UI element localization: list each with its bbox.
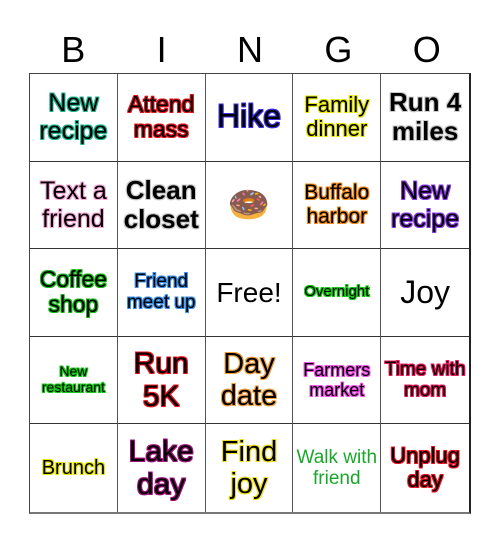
cell-label: New recipe bbox=[39, 89, 108, 146]
cell-label: New recipe bbox=[391, 176, 460, 233]
bingo-cell[interactable]: New restaurant bbox=[30, 336, 118, 425]
bingo-cell[interactable]: Joy bbox=[381, 249, 469, 337]
cell-label: Farmers market bbox=[303, 359, 371, 401]
bingo-cell[interactable]: Overnight bbox=[293, 249, 382, 337]
bingo-cell[interactable]: Find joy bbox=[206, 424, 294, 512]
bingo-cell[interactable]: Farmers market bbox=[293, 336, 382, 425]
cell-label: Text a friend bbox=[40, 176, 107, 233]
header-letter-n: N bbox=[236, 29, 263, 70]
cell-label: Hike bbox=[216, 98, 281, 135]
cell-label: Friend meet up bbox=[126, 271, 196, 314]
cell-label: Run 4 miles bbox=[388, 87, 462, 147]
cell-label: Overnight bbox=[304, 283, 370, 301]
header-letter-b: B bbox=[61, 29, 86, 70]
header-letter-i: I bbox=[156, 29, 167, 70]
cell-label: Buffalo harbor bbox=[304, 181, 370, 228]
bingo-cell[interactable]: Friend meet up bbox=[117, 249, 206, 337]
cell-label: Run 5K bbox=[133, 346, 189, 414]
bingo-cell[interactable]: Lake day bbox=[118, 424, 206, 512]
bingo-cell[interactable]: Unplug day bbox=[381, 424, 469, 512]
cell-label: Find joy bbox=[220, 435, 278, 501]
bingo-cell[interactable]: Run 5K bbox=[117, 336, 206, 425]
header-letter-g: G bbox=[324, 29, 353, 70]
bingo-cell[interactable]: Hike bbox=[205, 74, 294, 162]
cell-label: Family dinner bbox=[304, 91, 370, 142]
bingo-cell[interactable]: Brunch bbox=[30, 424, 118, 512]
cell-label: Day date bbox=[220, 347, 278, 413]
cell-label: Coffee shop bbox=[39, 265, 108, 318]
bingo-cell[interactable]: Walk with friend bbox=[293, 424, 382, 512]
bingo-cell[interactable]: Family dinner bbox=[293, 74, 382, 162]
bingo-cell[interactable]: Time with mom bbox=[381, 337, 469, 425]
bingo-cell[interactable]: Buffalo harbor bbox=[293, 161, 382, 250]
bingo-cell[interactable]: Day date bbox=[205, 336, 294, 425]
cell-label: Unplug day bbox=[390, 442, 460, 493]
bingo-cell[interactable]: Coffee shop bbox=[30, 249, 118, 337]
cell-label: New restaurant bbox=[41, 363, 105, 396]
bingo-cell[interactable]: Attend mass bbox=[117, 74, 206, 162]
free-space-label: Free! bbox=[216, 276, 282, 308]
cell-label: Walk with friend bbox=[296, 446, 378, 490]
bingo-cell[interactable]: 🍩 bbox=[205, 161, 294, 250]
bingo-grid: New recipe Attend mass Hike Family dinner Ru… bbox=[29, 73, 471, 514]
bingo-cell[interactable]: Run 4 miles bbox=[381, 74, 469, 162]
bingo-cell[interactable]: Text a friend bbox=[30, 161, 118, 250]
cell-label: Lake day bbox=[128, 434, 194, 502]
cell-label: Time with mom bbox=[384, 358, 466, 402]
cell-label: Joy bbox=[400, 273, 450, 310]
cell-label: Attend mass bbox=[127, 90, 195, 143]
cell-label: Brunch bbox=[41, 456, 106, 479]
donut-icon: 🍩 bbox=[227, 185, 271, 224]
bingo-cell[interactable]: Clean closet bbox=[117, 161, 206, 250]
bingo-header: B I N G O bbox=[29, 28, 471, 72]
bingo-cell[interactable]: Free! bbox=[205, 249, 294, 337]
bingo-cell[interactable]: New recipe bbox=[30, 74, 118, 162]
bingo-cell[interactable]: New recipe bbox=[381, 162, 469, 250]
header-letter-o: O bbox=[412, 29, 441, 70]
cell-label: Clean closet bbox=[123, 174, 199, 234]
